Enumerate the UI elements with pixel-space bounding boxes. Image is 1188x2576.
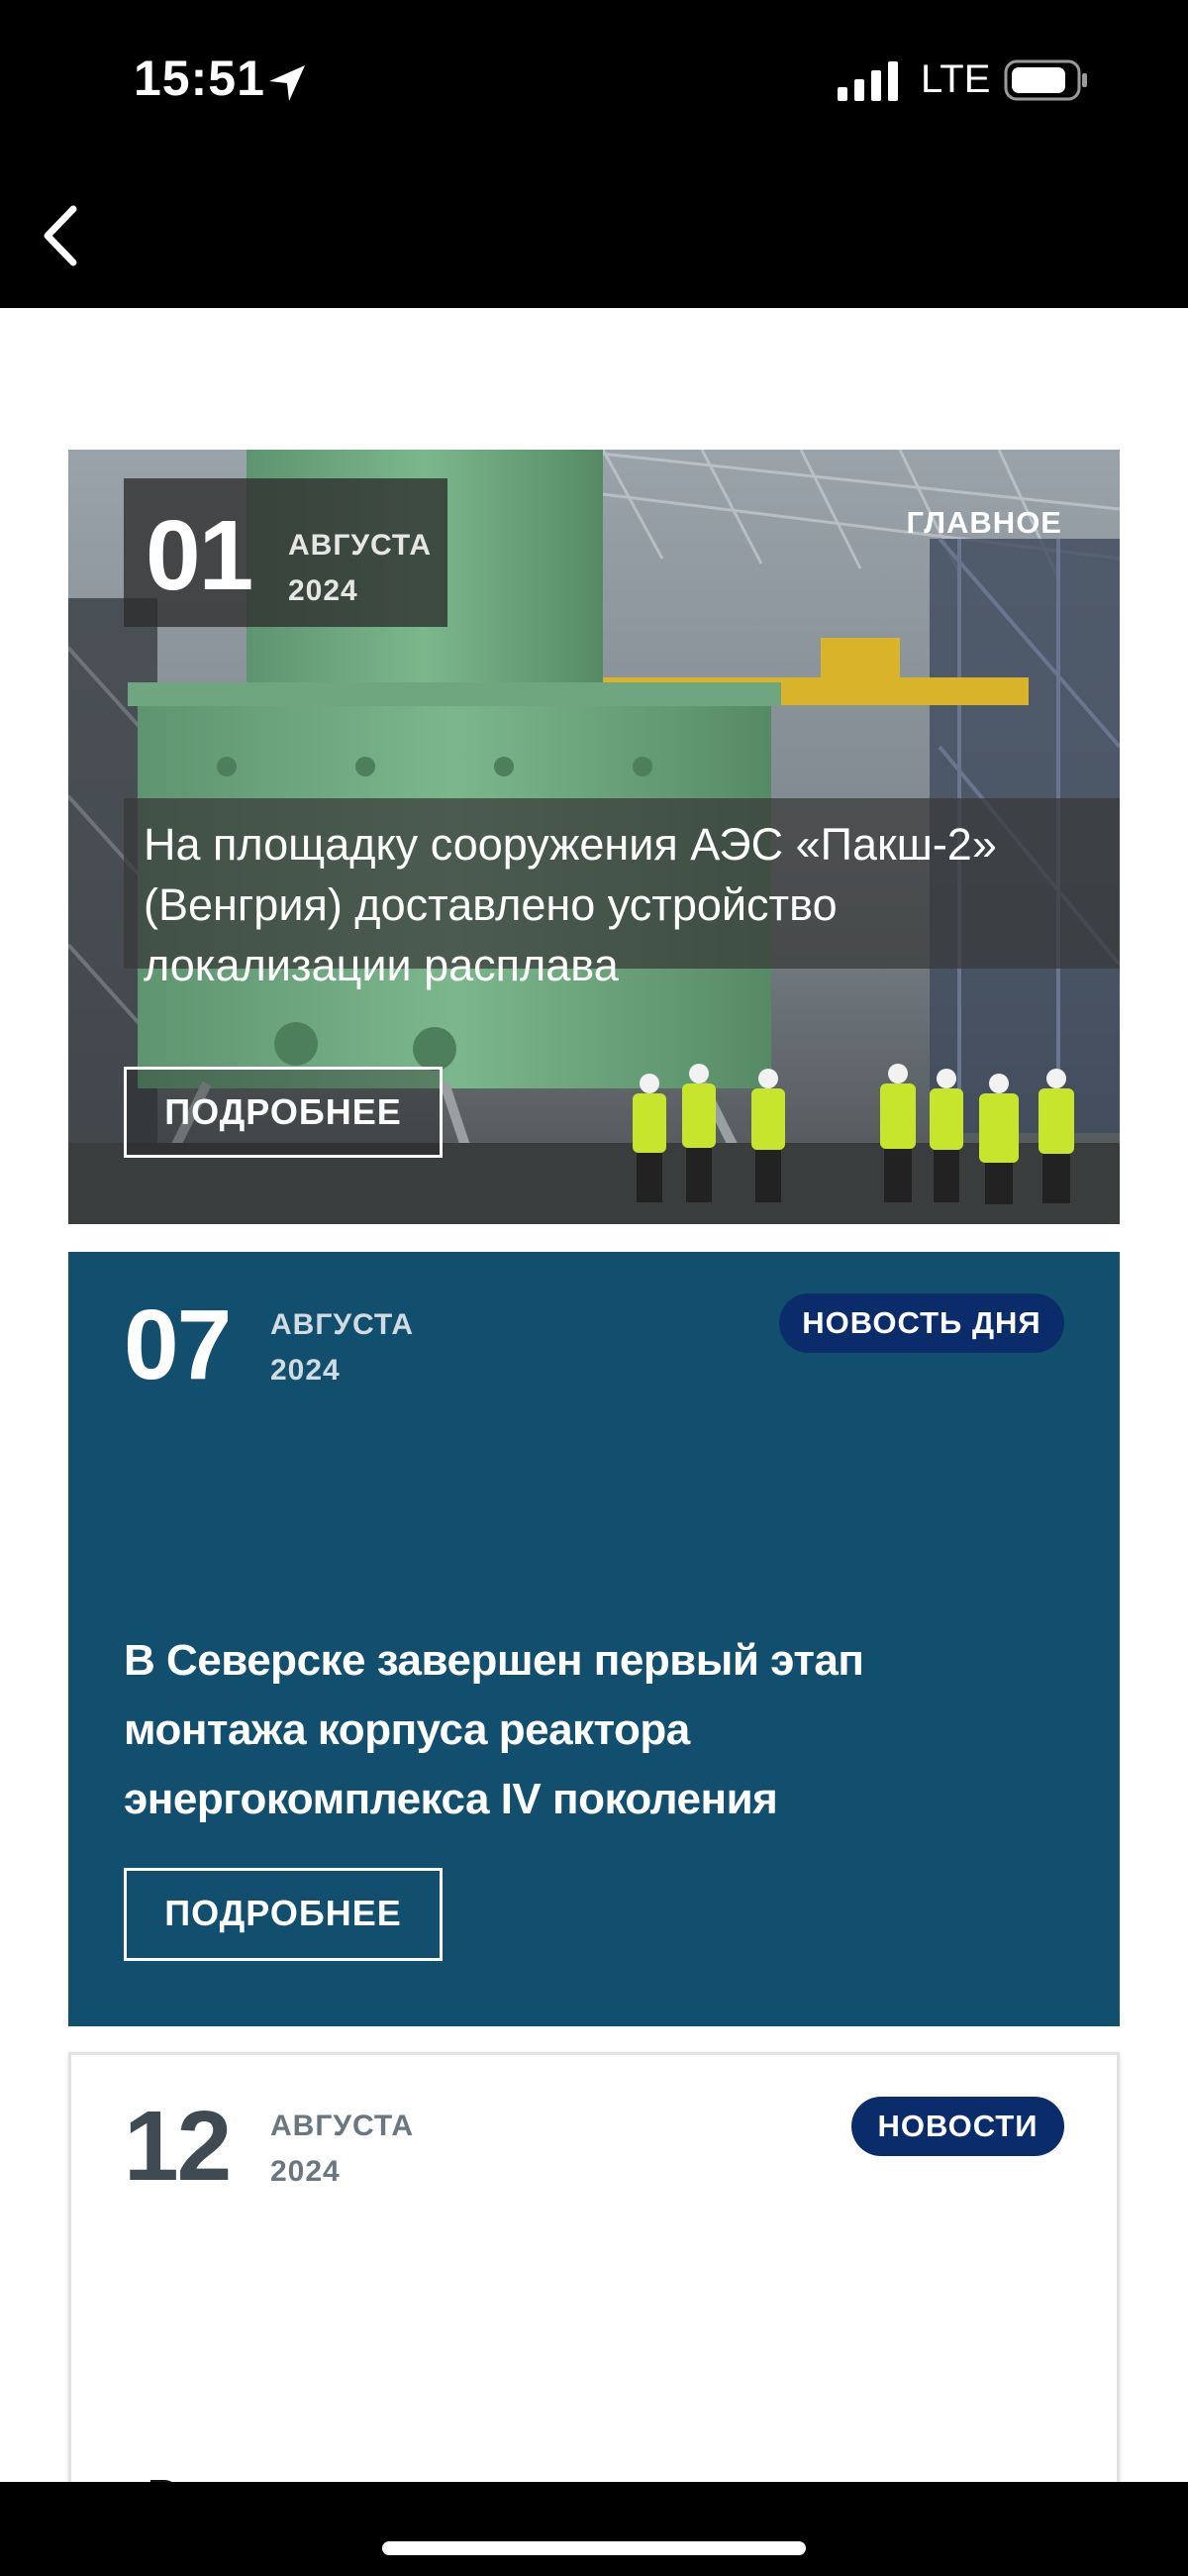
category-badge[interactable]: НОВОСТИ	[851, 2097, 1064, 2156]
date-day: 07	[124, 1289, 232, 1400]
status-time: 15:51	[134, 51, 265, 106]
category-tag[interactable]: ГЛАВНОЕ	[906, 505, 1062, 541]
date-year: 2024	[288, 574, 358, 607]
location-arrow-icon	[269, 65, 305, 101]
more-button[interactable]: ПОДРОБНЕЕ	[124, 1868, 443, 1961]
date-box: 01 АВГУСТА 2024	[124, 478, 447, 627]
date-month: АВГУСТА	[270, 2110, 415, 2142]
battery-icon	[1004, 59, 1087, 101]
bottom-bar	[0, 2482, 1188, 2576]
date-month: АВГУСТА	[288, 529, 433, 562]
chevron-left-icon[interactable]	[38, 203, 85, 268]
network-type: LTE	[921, 57, 991, 101]
top-bar: 15:51 LTE	[0, 0, 1188, 308]
category-badge[interactable]: НОВОСТЬ ДНЯ	[779, 1293, 1064, 1353]
date-year: 2024	[270, 1354, 341, 1387]
main-news-card[interactable]: 01 АВГУСТА 2024 ГЛАВНОЕ На площадку соор…	[68, 450, 1120, 1224]
day-news-card[interactable]: 07 АВГУСТА 2024 НОВОСТЬ ДНЯ В Северске з…	[68, 1252, 1120, 2026]
date-day: 12	[124, 2091, 232, 2202]
news-title[interactable]: В Северске завершен первый этап монтажа …	[124, 1626, 1015, 1834]
home-indicator[interactable]	[382, 2541, 806, 2555]
more-button[interactable]: ПОДРОБНЕЕ	[124, 1067, 443, 1158]
news-title[interactable]: На площадку сооружения АЭС «Пакш-2» (Вен…	[144, 814, 1074, 995]
date-year: 2024	[270, 2155, 341, 2188]
date-day: 01	[146, 500, 253, 611]
date-month: АВГУСТА	[270, 1308, 415, 1341]
cellular-signal-icon	[838, 61, 898, 101]
